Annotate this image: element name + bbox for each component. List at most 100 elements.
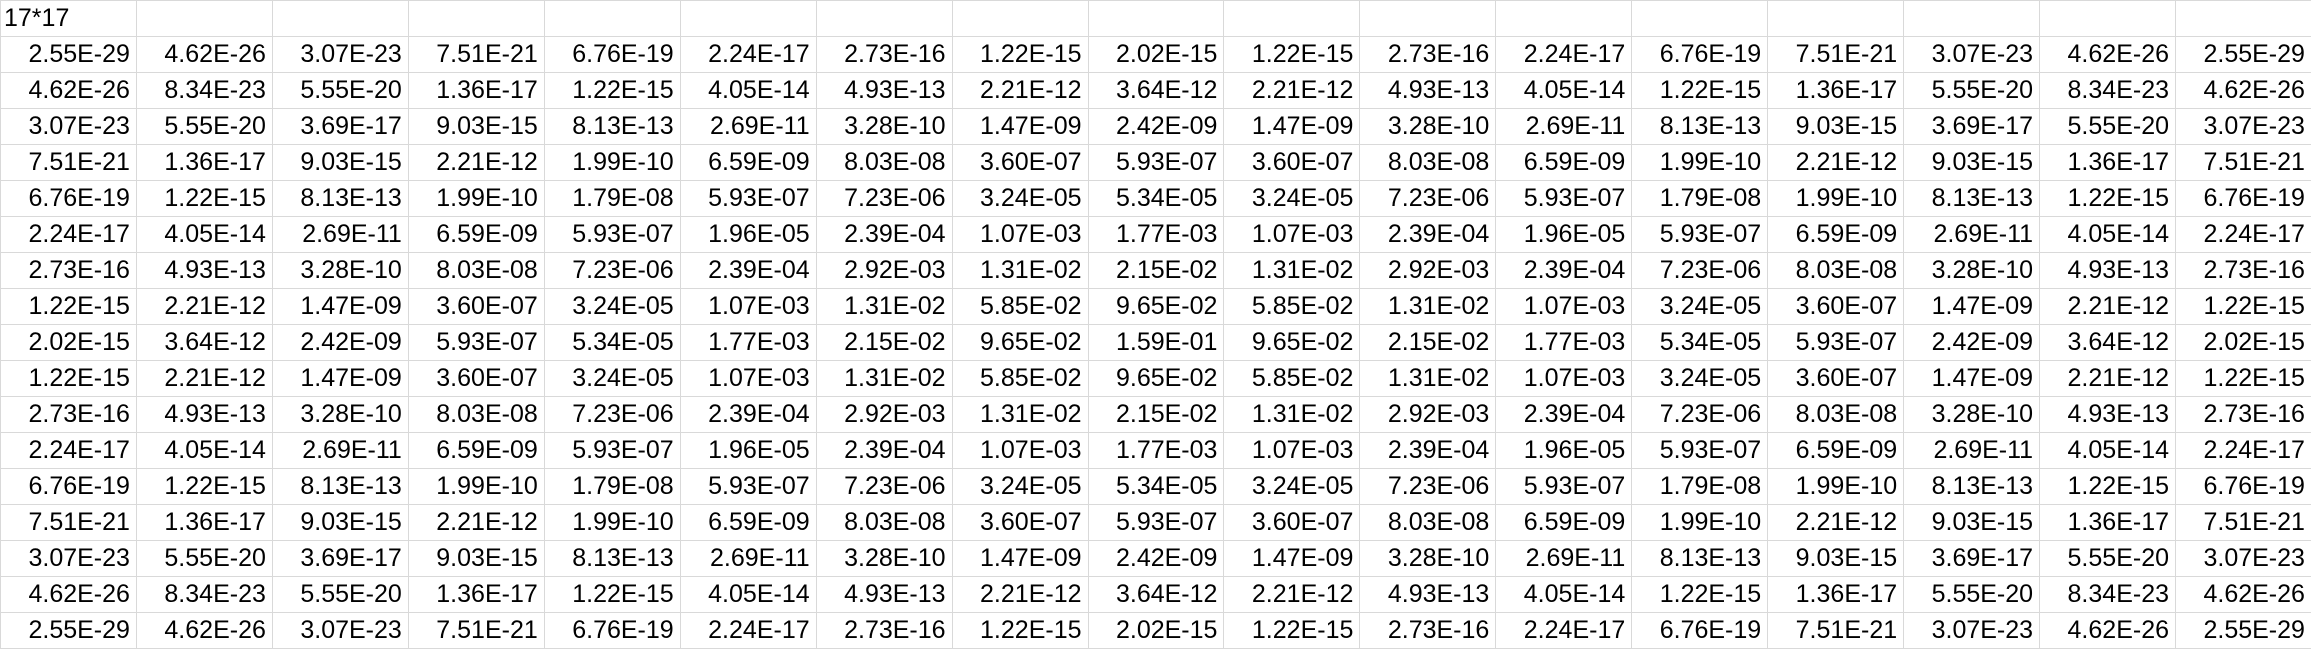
- table-cell[interactable]: 4.93E-13: [815, 72, 953, 109]
- table-cell[interactable]: 6.59E-09: [407, 216, 545, 253]
- table-cell[interactable]: 2.39E-04: [679, 396, 817, 433]
- table-cell[interactable]: 3.60E-07: [1223, 144, 1361, 181]
- table-cell[interactable]: 1.77E-03: [1495, 324, 1633, 361]
- table-cell[interactable]: 5.93E-07: [1087, 144, 1225, 181]
- table-cell[interactable]: 8.13E-13: [543, 540, 681, 577]
- table-cell[interactable]: 2.21E-12: [1767, 504, 1905, 541]
- table-cell[interactable]: 2.24E-17: [2175, 432, 2311, 469]
- table-cell[interactable]: 2.42E-09: [1903, 324, 2041, 361]
- table-cell[interactable]: 4.05E-14: [135, 216, 273, 253]
- table-cell[interactable]: 1.22E-15: [1223, 612, 1361, 649]
- table-cell[interactable]: 9.03E-15: [1903, 144, 2041, 181]
- table-cell[interactable]: 4.93E-13: [2039, 396, 2176, 433]
- table-cell[interactable]: 2.39E-04: [1359, 216, 1497, 253]
- table-cell[interactable]: 2.21E-12: [407, 144, 545, 181]
- table-cell[interactable]: 1.36E-17: [1767, 576, 1905, 613]
- table-cell[interactable]: 5.93E-07: [1767, 324, 1905, 361]
- table-cell[interactable]: 1.96E-05: [679, 432, 817, 469]
- table-cell[interactable]: 8.03E-08: [407, 252, 545, 289]
- table-cell[interactable]: 1.99E-10: [1767, 180, 1905, 217]
- table-cell[interactable]: 5.34E-05: [1087, 180, 1225, 217]
- table-cell[interactable]: 1.99E-10: [407, 468, 545, 505]
- table-cell[interactable]: 4.93E-13: [2039, 252, 2176, 289]
- cell-title[interactable]: 17*17: [0, 0, 137, 37]
- table-cell[interactable]: 2.92E-03: [1359, 396, 1497, 433]
- table-cell[interactable]: 7.51E-21: [407, 612, 545, 649]
- table-cell[interactable]: 2.21E-12: [1767, 144, 1905, 181]
- table-cell[interactable]: 2.69E-11: [1495, 108, 1633, 145]
- table-cell[interactable]: 8.34E-23: [135, 576, 273, 613]
- table-cell[interactable]: 2.21E-12: [2039, 288, 2176, 325]
- table-cell[interactable]: 1.22E-15: [543, 576, 681, 613]
- table-cell[interactable]: 1.47E-09: [1223, 540, 1361, 577]
- cell-empty[interactable]: [135, 0, 273, 37]
- table-cell[interactable]: 2.73E-16: [2175, 252, 2311, 289]
- table-cell[interactable]: 3.07E-23: [2175, 540, 2311, 577]
- table-cell[interactable]: 7.51E-21: [1767, 36, 1905, 73]
- table-cell[interactable]: 5.34E-05: [543, 324, 681, 361]
- table-cell[interactable]: 7.51E-21: [0, 504, 137, 541]
- table-cell[interactable]: 8.13E-13: [1631, 108, 1769, 145]
- table-cell[interactable]: 2.02E-15: [2175, 324, 2311, 361]
- table-cell[interactable]: 1.79E-08: [1631, 468, 1769, 505]
- table-cell[interactable]: 5.93E-07: [679, 468, 817, 505]
- cell-empty[interactable]: [1903, 0, 2041, 37]
- table-cell[interactable]: 1.22E-15: [1223, 36, 1361, 73]
- table-cell[interactable]: 2.24E-17: [0, 216, 137, 253]
- table-cell[interactable]: 3.64E-12: [1087, 576, 1225, 613]
- table-cell[interactable]: 1.31E-02: [815, 360, 953, 397]
- table-cell[interactable]: 1.22E-15: [2039, 180, 2176, 217]
- table-cell[interactable]: 2.21E-12: [951, 576, 1089, 613]
- table-cell[interactable]: 4.62E-26: [0, 72, 137, 109]
- table-cell[interactable]: 1.47E-09: [951, 540, 1089, 577]
- table-cell[interactable]: 5.55E-20: [135, 108, 273, 145]
- table-cell[interactable]: 8.03E-08: [1767, 396, 1905, 433]
- table-cell[interactable]: 4.05E-14: [1495, 576, 1633, 613]
- table-cell[interactable]: 3.64E-12: [135, 324, 273, 361]
- table-cell[interactable]: 7.23E-06: [543, 396, 681, 433]
- table-cell[interactable]: 6.76E-19: [0, 180, 137, 217]
- table-cell[interactable]: 2.39E-04: [815, 432, 953, 469]
- table-cell[interactable]: 3.28E-10: [271, 252, 409, 289]
- table-cell[interactable]: 6.59E-09: [1495, 504, 1633, 541]
- table-cell[interactable]: 2.02E-15: [1087, 612, 1225, 649]
- table-cell[interactable]: 2.24E-17: [1495, 36, 1633, 73]
- table-cell[interactable]: 1.36E-17: [2039, 504, 2176, 541]
- cell-empty[interactable]: [1631, 0, 1769, 37]
- table-cell[interactable]: 3.28E-10: [1903, 396, 2041, 433]
- table-cell[interactable]: 4.05E-14: [679, 72, 817, 109]
- table-cell[interactable]: 4.93E-13: [1359, 576, 1497, 613]
- table-cell[interactable]: 1.22E-15: [2175, 360, 2311, 397]
- table-cell[interactable]: 4.93E-13: [815, 576, 953, 613]
- table-cell[interactable]: 3.60E-07: [1767, 360, 1905, 397]
- table-cell[interactable]: 4.62E-26: [2175, 576, 2311, 613]
- table-cell[interactable]: 5.55E-20: [135, 540, 273, 577]
- table-cell[interactable]: 4.05E-14: [679, 576, 817, 613]
- table-cell[interactable]: 8.03E-08: [815, 144, 953, 181]
- table-cell[interactable]: 3.69E-17: [1903, 108, 2041, 145]
- table-cell[interactable]: 2.24E-17: [679, 612, 817, 649]
- table-cell[interactable]: 2.42E-09: [271, 324, 409, 361]
- table-cell[interactable]: 5.93E-07: [407, 324, 545, 361]
- table-cell[interactable]: 1.79E-08: [543, 180, 681, 217]
- table-cell[interactable]: 2.55E-29: [2175, 36, 2311, 73]
- table-cell[interactable]: 1.22E-15: [1631, 72, 1769, 109]
- cell-empty[interactable]: [543, 0, 681, 37]
- table-cell[interactable]: 2.69E-11: [271, 432, 409, 469]
- table-cell[interactable]: 3.60E-07: [1223, 504, 1361, 541]
- table-cell[interactable]: 2.21E-12: [2039, 360, 2176, 397]
- table-cell[interactable]: 1.96E-05: [1495, 432, 1633, 469]
- table-cell[interactable]: 1.36E-17: [1767, 72, 1905, 109]
- table-cell[interactable]: 1.47E-09: [271, 360, 409, 397]
- table-cell[interactable]: 4.62E-26: [2039, 612, 2176, 649]
- table-cell[interactable]: 7.51E-21: [2175, 144, 2311, 181]
- cell-empty[interactable]: [679, 0, 817, 37]
- table-cell[interactable]: 1.99E-10: [1631, 504, 1769, 541]
- table-cell[interactable]: 1.07E-03: [679, 288, 817, 325]
- table-cell[interactable]: 2.39E-04: [679, 252, 817, 289]
- table-cell[interactable]: 8.03E-08: [1767, 252, 1905, 289]
- table-cell[interactable]: 2.15E-02: [815, 324, 953, 361]
- table-cell[interactable]: 5.93E-07: [543, 216, 681, 253]
- table-cell[interactable]: 2.73E-16: [815, 612, 953, 649]
- table-cell[interactable]: 5.55E-20: [2039, 108, 2176, 145]
